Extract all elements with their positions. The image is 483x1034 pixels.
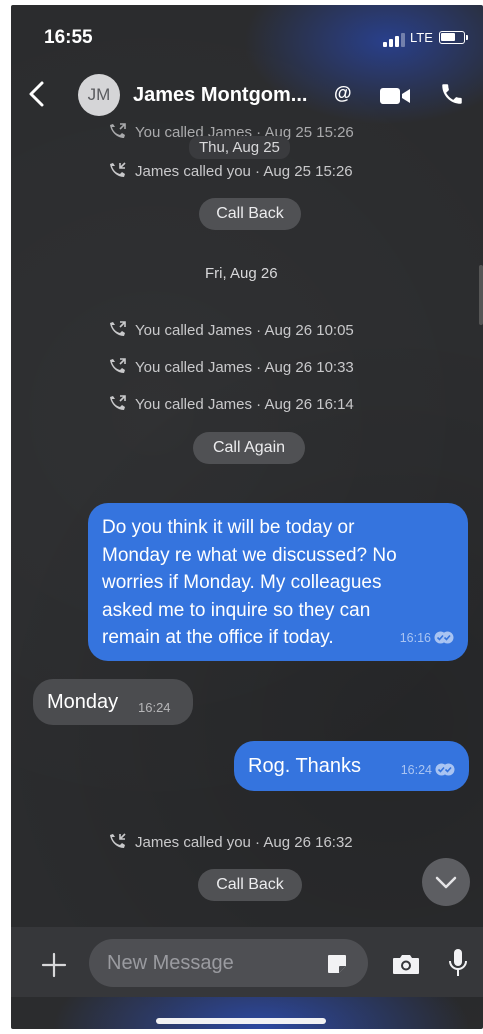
outgoing-call-icon <box>110 395 126 410</box>
call-log-row: James called you · Aug 25 15:26 <box>109 162 353 180</box>
call-log-row: You called James · Aug 26 16:14 <box>109 395 354 413</box>
message-line: worries if Monday. My colleagues <box>102 572 382 593</box>
date-separator: Thu, Aug 25 <box>189 136 290 159</box>
call-log-text: You called James · Aug 26 10:33 <box>135 359 354 376</box>
message-time: 16:24 <box>138 700 171 715</box>
home-indicator <box>156 1018 326 1024</box>
call-log-row: You called James · Aug 26 10:33 <box>109 358 354 376</box>
call-back-button[interactable]: Call Back <box>199 198 301 230</box>
message-line: asked me to inquire so they can <box>102 599 371 621</box>
read-receipt-icon <box>434 631 454 643</box>
message-text: remain at the office if today. <box>102 627 334 648</box>
message-line: Monday re what we discussed? No <box>102 544 397 566</box>
message-text: Monday <box>47 691 119 713</box>
message-time: 16:16 <box>399 630 431 645</box>
scrollbar[interactable] <box>479 265 483 325</box>
avatar[interactable]: JM <box>78 74 120 116</box>
status-bar: 16:55 LTE <box>11 5 483 65</box>
message-text: Rog. Thanks <box>248 755 362 777</box>
phone-call-icon[interactable] <box>439 81 465 107</box>
signal-icon <box>383 33 405 47</box>
chevron-down-icon <box>435 876 457 889</box>
call-log-row: James called you · Aug 26 16:32 <box>109 833 353 851</box>
incoming-call-icon <box>110 833 126 848</box>
date-separator: Fri, Aug 26 <box>205 265 278 282</box>
call-log-text: You called James · Aug 26 10:05 <box>135 322 354 339</box>
outgoing-call-icon <box>110 123 126 138</box>
mention-icon[interactable]: @ <box>334 83 352 104</box>
read-receipt-icon <box>435 763 455 776</box>
call-log-text: You called James · Aug 26 16:14 <box>135 396 354 413</box>
incoming-message[interactable]: Monday 16:24 <box>33 679 193 725</box>
camera-icon[interactable] <box>391 951 421 977</box>
outgoing-message[interactable]: Rog. Thanks 16:24 <box>234 741 469 791</box>
call-log-row: You called James · Aug 26 10:05 <box>109 321 354 339</box>
microphone-icon[interactable] <box>446 947 470 979</box>
battery-tip <box>466 35 468 40</box>
scroll-to-bottom-button[interactable] <box>422 858 470 906</box>
phone-screen: 16:55 LTE JM James Montgom... @ You call… <box>11 5 483 1029</box>
call-back-button[interactable]: Call Back <box>198 869 302 901</box>
outgoing-call-icon <box>110 321 126 336</box>
date-label: Thu, Aug 25 <box>189 136 290 159</box>
battery-level <box>441 33 455 41</box>
call-again-button[interactable]: Call Again <box>193 432 305 464</box>
outgoing-call-icon <box>110 358 126 373</box>
message-line: Do you think it will be today or <box>102 517 355 538</box>
date-label: Fri, Aug 26 <box>205 265 278 282</box>
message-time: 16:24 <box>400 763 432 777</box>
message-meta: 16:24 <box>401 745 455 795</box>
chat-header: JM James Montgom... @ <box>11 67 483 123</box>
sticker-icon[interactable] <box>325 952 349 976</box>
video-call-icon[interactable] <box>379 86 411 106</box>
plus-icon[interactable] <box>41 952 67 978</box>
status-time: 16:55 <box>44 27 93 48</box>
message-meta: 16:16 <box>400 625 454 653</box>
contact-name[interactable]: James Montgom... <box>133 84 307 107</box>
call-log-text: James called you · Aug 25 15:26 <box>135 163 353 180</box>
outgoing-message[interactable]: Do you think it will be today or Monday … <box>88 503 468 661</box>
incoming-call-icon <box>110 162 126 177</box>
back-chevron-icon[interactable] <box>25 79 49 109</box>
composer-bar <box>11 927 483 997</box>
battery-icon <box>439 31 465 44</box>
network-label: LTE <box>410 30 433 45</box>
call-log-text: James called you · Aug 26 16:32 <box>135 834 353 851</box>
message-line: remain at the office if today. 16:16 <box>102 624 454 652</box>
